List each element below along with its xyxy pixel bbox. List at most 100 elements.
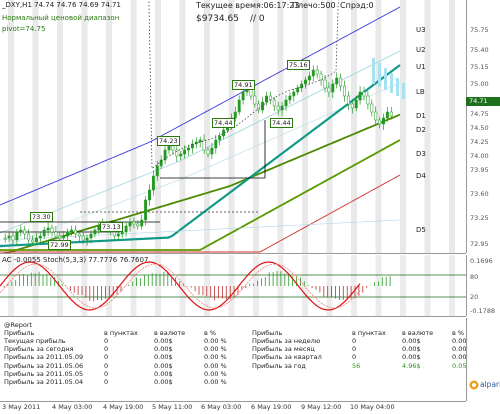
candle-body xyxy=(350,103,354,109)
candle-body xyxy=(339,77,343,87)
candle-body xyxy=(179,153,183,157)
time-axis[interactable]: 3 May 2011 4 May 03:00 4 May 19:00 5 May… xyxy=(0,401,466,414)
candle-body xyxy=(202,139,206,151)
forecast-bar xyxy=(402,83,405,99)
candle-body xyxy=(331,83,335,93)
level-label-d3: D3 xyxy=(416,150,426,158)
report-column-header: в % xyxy=(204,329,217,337)
osc-tick: 20 xyxy=(470,293,479,301)
candle-body xyxy=(31,239,34,243)
candle-body xyxy=(42,229,46,237)
indicator-name: Нормальный ценовой диапазон xyxy=(2,14,120,22)
candle-body xyxy=(7,235,11,239)
candle-body xyxy=(171,145,175,151)
report-cell: 0.00 % xyxy=(204,369,227,378)
candle-body xyxy=(167,145,171,151)
candle-body xyxy=(15,231,19,241)
report-row-label: Прибыль за 2011.05.05 xyxy=(4,369,84,378)
report-row-label: Прибыль за год xyxy=(252,361,306,370)
candle-body xyxy=(34,237,38,243)
report-cell: 0 xyxy=(104,353,109,362)
candle-body xyxy=(296,87,300,93)
report-row-label: Прибыль за квартал xyxy=(252,353,322,362)
session-stripe xyxy=(204,0,210,253)
osc-tick: 80 xyxy=(470,273,479,281)
candle-body xyxy=(304,79,307,85)
oscillator-panel[interactable]: AC -0.0055 Stoch(5,3,3) 77.7776 76.7607 xyxy=(0,255,466,317)
candle-body xyxy=(183,149,187,155)
session-stripe xyxy=(106,0,112,253)
session-stripe xyxy=(8,0,14,253)
price-tick: 75.15 xyxy=(470,63,489,71)
price-box-label: 74.91 xyxy=(232,80,255,90)
session-stripe xyxy=(400,0,406,253)
alpari-logo: alpari xyxy=(469,379,500,391)
report-cell: 0 xyxy=(104,345,109,354)
report-column-header: в валюте xyxy=(154,329,186,337)
candle-body xyxy=(23,229,27,235)
candle-body xyxy=(3,237,7,240)
price-tick: 75.40 xyxy=(470,46,489,54)
report-row-label: Прибыль за неделю xyxy=(252,337,321,345)
spread: Спрэд:0 xyxy=(340,1,374,10)
candle-body xyxy=(358,91,362,101)
report-cell: 0.00$ xyxy=(402,337,421,345)
time-tick: 10 May 04:00 xyxy=(350,403,395,411)
report-column-header: Прибыль xyxy=(252,329,283,337)
candle-body xyxy=(46,227,50,231)
price-axis[interactable]: 75.75 75.40 75.15 75.00 74.75 74.50 74.2… xyxy=(466,0,500,253)
session-stripe xyxy=(351,0,357,253)
report-cell: 0.00$ xyxy=(154,337,173,345)
main-chart-panel[interactable]: _DXY,H1 74.74 74.76 74.69 74.71 Нормальн… xyxy=(0,0,466,254)
report-cell: 0 xyxy=(104,369,109,378)
oscillator-chart[interactable] xyxy=(0,255,466,316)
candle-body xyxy=(187,147,190,151)
leverage: Плечо:500 xyxy=(292,1,336,10)
oscillator-axis[interactable]: 0.1696 80 20 -0.1788 xyxy=(466,255,500,316)
session-stripe xyxy=(106,255,112,316)
forecast-bar xyxy=(378,63,381,87)
report-cell: 0.00$ xyxy=(154,378,173,386)
candle-body xyxy=(378,119,382,125)
candle-body xyxy=(85,237,89,241)
price-box-label: 74.44 xyxy=(270,118,293,128)
report-cell: 0.00$ xyxy=(154,369,173,378)
report-cell: 0 xyxy=(104,378,109,386)
candle-body xyxy=(66,231,70,237)
report-cell: 0.00$ xyxy=(154,353,173,362)
candle-body xyxy=(58,235,62,239)
price-box-label: 73.30 xyxy=(30,212,53,222)
session-stripe xyxy=(449,255,455,316)
candle-body xyxy=(272,99,276,107)
session-stripe xyxy=(179,0,186,253)
price-tick: 73.95 xyxy=(470,166,489,174)
candle-body xyxy=(198,139,202,143)
report-cell: 0.00$ xyxy=(402,353,421,362)
candle-body xyxy=(112,231,116,237)
report-column-header: в валюте xyxy=(402,329,434,337)
level-label-u2: U2 xyxy=(416,46,426,54)
report-cell: 0 xyxy=(104,337,109,345)
session-stripe xyxy=(155,0,161,253)
candle-body xyxy=(163,149,167,161)
price-tick: 75.75 xyxy=(470,26,489,34)
time-tick: 6 May 03:00 xyxy=(201,403,242,411)
price-box-label: 73.13 xyxy=(100,222,123,232)
report-cell: 0.00$ xyxy=(402,345,421,354)
candle-body xyxy=(268,95,272,101)
report-cell: 0.00 % xyxy=(204,353,227,362)
symbol-header: _DXY,H1 74.74 74.76 74.69 74.71 xyxy=(2,1,121,9)
price-tick: 72.95 xyxy=(470,240,489,248)
candle-body xyxy=(140,219,144,227)
report-row-label: Текущая прибыль xyxy=(4,337,66,345)
candle-body xyxy=(354,99,358,109)
level-label-lb: LB xyxy=(416,88,425,96)
candle-body xyxy=(315,69,319,75)
price-tick: 73.25 xyxy=(470,214,489,222)
candle-body xyxy=(206,149,210,155)
report-cell: 4.96$ xyxy=(402,361,421,370)
report-column-header: в пунктах xyxy=(104,329,138,337)
report-row-label: Прибыль за месяц xyxy=(252,345,315,354)
candle-body xyxy=(366,95,370,105)
session-stripe xyxy=(400,255,406,316)
